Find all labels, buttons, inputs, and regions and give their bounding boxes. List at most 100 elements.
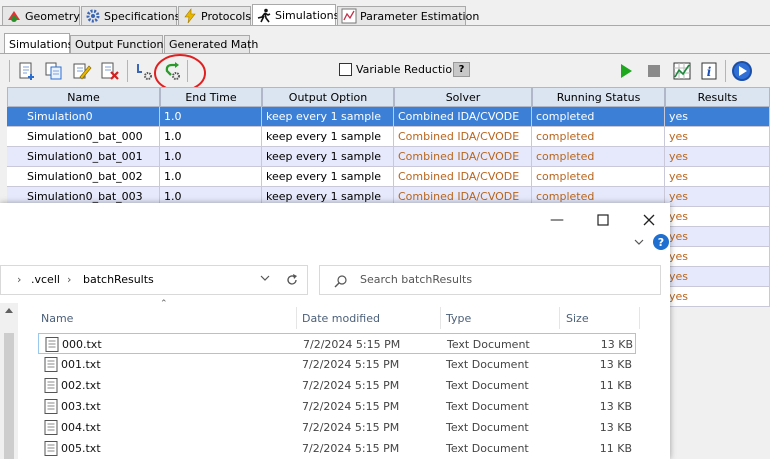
header-label: End Time [185, 90, 237, 104]
file-row[interactable]: 003.txt 7/2/2024 5:15 PM Text Document 1… [38, 396, 636, 417]
file-explorer-window: — ? › .vcell › batchResults Search batch… [0, 203, 670, 459]
table-row[interactable]: Simulation0 1.0 keep every 1 sample Comb… [7, 107, 770, 127]
tab-protocols[interactable]: Protocols [178, 6, 251, 25]
file-date: 7/2/2024 5:15 PM [302, 421, 400, 434]
tab-geometry[interactable]: Geometry [2, 6, 80, 25]
column-header-solver[interactable]: Solver [394, 87, 532, 107]
tab-specifications[interactable]: Specifications [81, 6, 180, 25]
expand-ribbon-button[interactable] [633, 237, 645, 250]
text-file-icon [44, 399, 58, 414]
toolbar-separator [127, 60, 128, 82]
chevron-right-icon: › [17, 273, 22, 286]
close-icon [643, 214, 655, 226]
minimize-icon: — [550, 212, 564, 228]
plot-results-button[interactable] [671, 60, 693, 82]
subtab-output-functions[interactable]: Output Functions [70, 35, 169, 53]
maximize-button[interactable] [580, 207, 626, 233]
address-bar[interactable]: › .vcell › batchResults [0, 265, 308, 295]
column-header-size[interactable]: Size [563, 307, 639, 329]
help-button[interactable]: ? [453, 62, 470, 77]
info-button[interactable]: i [698, 60, 720, 82]
help-icon[interactable]: ? [653, 234, 669, 250]
header-label: Output Option [288, 90, 368, 104]
column-header-running-status[interactable]: Running Status [532, 87, 665, 107]
cell-results: yes [665, 247, 770, 267]
cell-results: yes [665, 227, 770, 247]
copy-icon [45, 62, 62, 80]
file-row[interactable]: 002.txt 7/2/2024 5:15 PM Text Document 1… [38, 375, 636, 396]
address-dropdown-button[interactable] [259, 272, 271, 287]
text-file-icon [44, 357, 58, 372]
variable-reduction-checkbox[interactable] [339, 63, 352, 76]
edit-simulation-button[interactable] [71, 60, 93, 82]
tab-divider [0, 25, 770, 26]
geometry-icon [6, 8, 22, 24]
minimize-button[interactable]: — [534, 207, 580, 233]
breadcrumb-vcell[interactable]: .vcell [31, 273, 60, 286]
run-quick-button[interactable] [731, 60, 753, 82]
header-label: Results [697, 90, 738, 104]
file-row[interactable]: 000.txt 7/2/2024 5:15 PM Text Document 1… [38, 333, 636, 354]
cell-results: yes [665, 287, 770, 307]
stop-icon [648, 65, 660, 77]
tab-simulations[interactable]: Simulations [252, 4, 340, 26]
table-row[interactable]: Simulation0_bat_000 1.0 keep every 1 sam… [7, 127, 770, 147]
subtab-label: Generated Math [169, 38, 259, 51]
tab-label: Parameter Estimation [360, 9, 480, 23]
column-header-results[interactable]: Results [665, 87, 770, 107]
column-header-end-time[interactable]: End Time [160, 87, 262, 107]
close-button[interactable] [626, 207, 672, 233]
column-header-output-option[interactable]: Output Option [262, 87, 394, 107]
cell-running-status: completed [532, 107, 665, 127]
chart-grid-icon [673, 62, 691, 80]
table-row[interactable]: Simulation0_bat_002 1.0 keep every 1 sam… [7, 167, 770, 187]
cell-end-time: 1.0 [160, 127, 262, 147]
column-header-date-modified[interactable]: Date modified [299, 307, 439, 329]
search-box[interactable]: Search batchResults [319, 265, 661, 295]
column-header-type[interactable]: Type [443, 307, 559, 329]
file-date: 7/2/2024 5:15 PM [302, 442, 400, 455]
new-simulation-button[interactable] [16, 60, 38, 82]
subtab-simulations[interactable]: Simulations [4, 33, 73, 54]
stop-button[interactable] [643, 60, 665, 82]
delete-simulation-button[interactable] [99, 60, 121, 82]
column-header-name[interactable]: Name [7, 87, 160, 107]
file-type: Text Document [446, 358, 529, 371]
subtab-generated-math[interactable]: Generated Math [164, 35, 258, 53]
file-date: 7/2/2024 5:15 PM [302, 358, 400, 371]
text-file-icon [44, 441, 58, 456]
file-date: 7/2/2024 5:15 PM [302, 379, 400, 392]
copy-simulation-button[interactable] [43, 60, 65, 82]
file-row[interactable]: 001.txt 7/2/2024 5:15 PM Text Document 1… [38, 354, 636, 375]
table-row[interactable]: Simulation0_bat_001 1.0 keep every 1 sam… [7, 147, 770, 167]
cell-name: Simulation0 [7, 107, 160, 127]
file-size: 13 KB [599, 421, 632, 434]
cell-end-time: 1.0 [160, 147, 262, 167]
column-divider [296, 307, 297, 329]
header-label: Running Status [556, 90, 641, 104]
column-header-name[interactable]: Name [38, 307, 296, 329]
tab-parameter-estimation[interactable]: Parameter Estimation [337, 6, 479, 25]
file-row[interactable]: 004.txt 7/2/2024 5:15 PM Text Document 1… [38, 417, 636, 438]
file-row[interactable]: 005.txt 7/2/2024 5:15 PM Text Document 1… [38, 438, 636, 459]
file-name: 002.txt [61, 379, 101, 392]
scrollbar-thumb[interactable] [4, 333, 14, 459]
tab-label: Geometry [25, 9, 80, 23]
chart-icon [341, 8, 357, 24]
run-button[interactable] [615, 60, 637, 82]
breadcrumb-batchresults[interactable]: batchResults [83, 273, 154, 286]
subtab-label: Output Functions [75, 38, 170, 51]
search-icon [334, 275, 347, 288]
cell-results: yes [665, 127, 770, 147]
cell-output-option: keep every 1 sample [262, 147, 394, 167]
cell-name: Simulation0_bat_002 [7, 167, 160, 187]
scroll-up-icon [5, 308, 13, 313]
nav-pane-scrollbar[interactable] [0, 303, 18, 459]
refresh-button[interactable] [280, 269, 304, 291]
tab-label: Simulations [275, 9, 340, 22]
cell-results: yes [665, 187, 770, 207]
cell-running-status: completed [532, 167, 665, 187]
file-size: 11 KB [599, 379, 632, 392]
file-type: Text Document [447, 338, 530, 351]
file-name: 001.txt [61, 358, 101, 371]
